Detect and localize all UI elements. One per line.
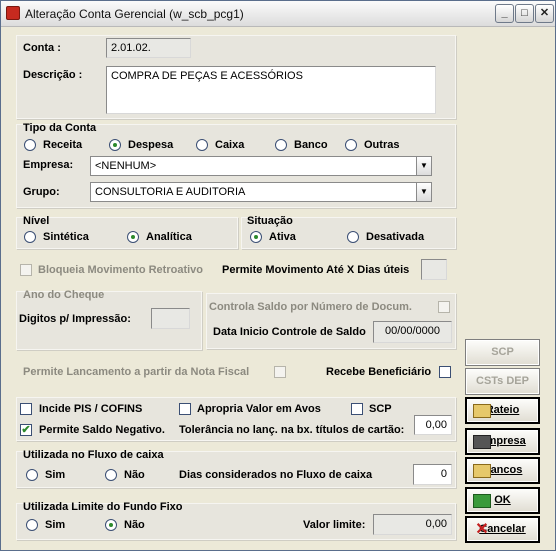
factory-icon (473, 435, 491, 449)
permite-mov-label: Permite Movimento Até X Dias úteis (222, 264, 410, 276)
desativada-label: Desativada (366, 231, 425, 243)
empresa-value: <NENHUM> (95, 160, 157, 172)
controla-checkbox[interactable] (438, 301, 450, 313)
digitos-field[interactable] (151, 308, 190, 329)
pis-checkbox[interactable] (20, 403, 32, 415)
scp-icon (472, 345, 490, 359)
grupo-label: Grupo: (23, 186, 60, 198)
banco-radio[interactable] (275, 139, 287, 151)
empresa-button[interactable]: Empresa (465, 428, 540, 455)
permite-mov-field[interactable] (421, 259, 447, 280)
fluxo-nao-radio[interactable] (105, 469, 117, 481)
close-button[interactable]: ✕ (535, 4, 554, 23)
saldo-negativo-checkbox[interactable]: ✔ (20, 424, 32, 436)
fundo-nao-label: Não (124, 519, 145, 531)
grupo-select[interactable]: CONSULTORIA E AUDITORIA ▼ (90, 182, 432, 202)
sintetica-label: Sintética (43, 231, 89, 243)
fluxo-label: Utilizada no Fluxo de caixa (23, 449, 164, 461)
app-icon (6, 6, 20, 20)
outras-label: Outras (364, 139, 400, 151)
apropria-checkbox[interactable] (179, 403, 191, 415)
nivel-label: Nível (23, 215, 50, 227)
fundo-sim-radio[interactable] (26, 519, 38, 531)
descricao-field[interactable]: COMPRA DE PEÇAS E ACESSÓRIOS (106, 66, 436, 114)
descricao-label: Descrição : (23, 69, 83, 81)
chevron-down-icon[interactable]: ▼ (416, 182, 432, 202)
pis-label: Incide PIS / COFINS (39, 403, 143, 415)
maximize-button[interactable]: □ (515, 4, 534, 23)
empresa-select[interactable]: <NENHUM> ▼ (90, 156, 432, 176)
fundo-nao-radio[interactable] (105, 519, 117, 531)
fluxo-sim-label: Sim (45, 469, 66, 481)
saldo-negativo-label: Permite Saldo Negativo. (39, 424, 165, 436)
grupo-value: CONSULTORIA E AUDITORIA (95, 186, 246, 198)
csts-dep-button[interactable]: CSTs DEP (465, 368, 540, 395)
empresa-label: Empresa: (23, 159, 74, 171)
bancos-button[interactable]: Bancos (465, 457, 540, 484)
valor-limite-field[interactable]: 0,00 (373, 514, 452, 535)
banco-label: Banco (294, 139, 328, 151)
scp-button[interactable]: SCP (465, 339, 540, 366)
fundo-label: Utilizada Limite do Fundo Fixo (23, 501, 183, 513)
despesa-label: Despesa (128, 139, 174, 151)
cancelar-button[interactable]: ✕ Cancelar (465, 516, 540, 543)
csts-icon (472, 374, 490, 388)
outras-radio[interactable] (345, 139, 357, 151)
recebe-label: Recebe Beneficiário (326, 366, 432, 378)
check-icon (473, 494, 491, 508)
ativa-label: Ativa (269, 231, 296, 243)
ativa-radio[interactable] (250, 231, 262, 243)
controla-label: Controla Saldo por Número de Docum. (209, 301, 412, 313)
fluxo-sim-radio[interactable] (26, 469, 38, 481)
fluxo-nao-label: Não (124, 469, 145, 481)
situacao-label: Situação (247, 215, 293, 227)
data-inicio-label: Data Inicio Controle de Saldo (213, 326, 366, 338)
receita-label: Receita (43, 139, 83, 151)
tolerancia-label: Tolerância no lanç. na bx. títulos de ca… (179, 424, 405, 436)
conta-field[interactable]: 2.01.02. (106, 38, 191, 58)
folder-icon (473, 404, 491, 418)
despesa-radio[interactable] (109, 139, 121, 151)
folder-icon (473, 464, 491, 478)
scp-checkbox[interactable] (351, 403, 363, 415)
dialog-window: Alteração Conta Gerencial (w_scb_pcg1) _… (0, 0, 556, 551)
permite-nf-checkbox[interactable] (274, 366, 286, 378)
analitica-label: Analítica (146, 231, 192, 243)
ok-button[interactable]: OK (465, 487, 540, 514)
bloqueia-checkbox[interactable] (20, 264, 32, 276)
apropria-label: Apropria Valor em Avos (197, 403, 321, 415)
cheque-label: Ano do Cheque (23, 289, 105, 301)
minimize-button[interactable]: _ (495, 4, 514, 23)
receita-radio[interactable] (24, 139, 36, 151)
scp-label: SCP (369, 403, 392, 415)
caixa-radio[interactable] (196, 139, 208, 151)
sintetica-radio[interactable] (24, 231, 36, 243)
dias-label: Dias considerados no Fluxo de caixa (179, 469, 373, 481)
desativada-radio[interactable] (347, 231, 359, 243)
chevron-down-icon[interactable]: ▼ (416, 156, 432, 176)
tolerancia-field[interactable]: 0,00 (414, 415, 452, 435)
title-bar: Alteração Conta Gerencial (w_scb_pcg1) _… (1, 1, 555, 27)
dias-field[interactable]: 0 (413, 464, 452, 485)
data-inicio-field[interactable]: 00/00/0000 (373, 321, 452, 343)
valor-limite-label: Valor limite: (303, 519, 366, 531)
analitica-radio[interactable] (127, 231, 139, 243)
conta-label: Conta : (23, 42, 61, 54)
digitos-label: Digitos p/ Impressão: (19, 313, 131, 325)
caixa-label: Caixa (215, 139, 245, 151)
fundo-sim-label: Sim (45, 519, 66, 531)
rateio-button[interactable]: Rateio (465, 397, 540, 424)
recebe-checkbox[interactable] (439, 366, 451, 378)
cancel-x-icon: ✕ (475, 521, 489, 538)
window-title: Alteração Conta Gerencial (w_scb_pcg1) (25, 7, 244, 21)
permite-nf-label: Permite Lancamento a partir da Nota Fisc… (23, 366, 250, 378)
bloqueia-label: Bloqueia Movimento Retroativo (38, 264, 204, 276)
tipo-label: Tipo da Conta (23, 122, 97, 134)
